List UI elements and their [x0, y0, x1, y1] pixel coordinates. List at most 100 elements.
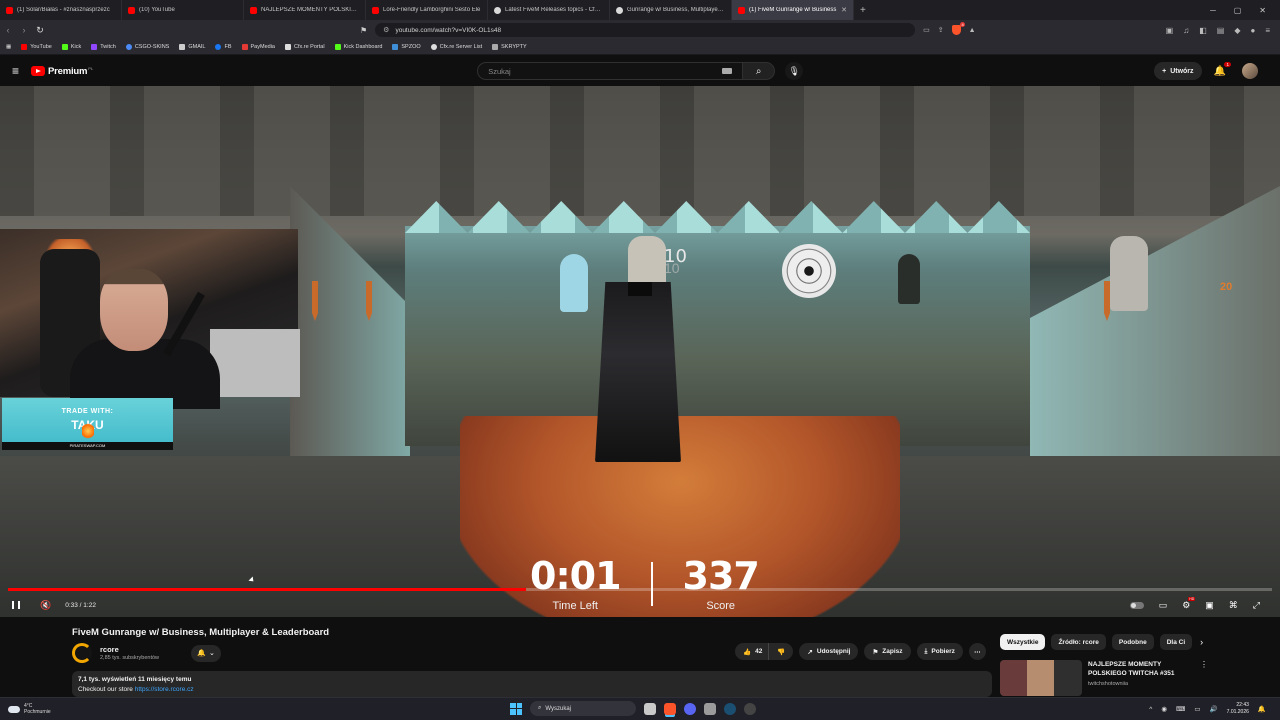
more-actions-button[interactable]: ⋯	[968, 643, 986, 660]
clock[interactable]: 22:43 7.01.2026	[1227, 702, 1249, 716]
discord-icon[interactable]	[684, 702, 696, 715]
kick-studio-icon[interactable]	[704, 702, 716, 715]
bookmark-icon	[430, 44, 437, 50]
description-box[interactable]: 7,1 tys. wyświetleń 11 miesięcy temu Che…	[72, 671, 992, 697]
weather-widget[interactable]: 4°C Pochmurnie	[8, 703, 51, 715]
network-icon[interactable]: ▭	[1194, 705, 1200, 713]
browser-tab[interactable]: Latest FiveM Releases topics - Cfx.re	[488, 0, 610, 20]
sidebar-icon[interactable]: ▣	[1166, 26, 1174, 35]
video-player[interactable]: 20 10 10 0:01 Time Left 337 Score TRADE …	[0, 86, 1280, 617]
share-page-icon[interactable]: ⇪	[938, 26, 944, 34]
brave-shield-icon[interactable]: 4	[951, 22, 965, 35]
rewards-icon[interactable]: ▲	[969, 27, 976, 34]
notification-center-icon[interactable]: 🔔	[1258, 705, 1266, 713]
windows-start-icon[interactable]	[510, 702, 522, 715]
download-button[interactable]: ⤓ Pobierz	[916, 643, 963, 660]
chip-related[interactable]: Podobne	[1111, 634, 1154, 650]
guide-menu-icon[interactable]: ≡	[12, 64, 19, 78]
minimize-icon[interactable]: ─	[1210, 6, 1216, 15]
browser-tab-active[interactable]: (1) FiveM Gunrange w/ Business ✕	[732, 0, 854, 20]
voice-search-button[interactable]: 🎙	[785, 62, 804, 80]
bookmark-item[interactable]: YouTube	[21, 44, 52, 50]
new-tab-icon[interactable]: +	[854, 5, 872, 16]
miniplayer-icon[interactable]: ▣	[1205, 600, 1214, 611]
bookmark-icon	[61, 44, 68, 50]
apps-grid-icon[interactable]: ▦	[6, 44, 11, 50]
bookmark-item[interactable]: Kick Dashboard	[334, 44, 382, 50]
close-window-icon[interactable]: ✕	[1259, 6, 1266, 15]
browser-tab[interactable]: Gunrange w/ Business, Multiplayer &	[610, 0, 732, 20]
volume-icon[interactable]: 🔊	[1210, 705, 1218, 713]
bookmark-label: Twitch	[100, 44, 116, 50]
recommended-video[interactable]: NAJLEPSZE MOMENTY POLSKIEGO TWITCHA #351…	[1000, 660, 1208, 696]
cast-icon[interactable]: ⌘	[1229, 600, 1238, 611]
recommended-thumbnail[interactable]	[1000, 660, 1082, 696]
reload-icon[interactable]: ↻	[32, 25, 48, 36]
fullscreen-icon[interactable]: ⤢	[1253, 600, 1260, 611]
browser-tab[interactable]: Lore-Friendly Lamborghini Sesto Ele	[366, 0, 488, 20]
mute-icon[interactable]: 🔇	[40, 600, 51, 611]
browser-tab[interactable]: (1) Solar/Białas - #znasznasprzezc	[0, 0, 122, 20]
music-icon[interactable]: ♫	[1183, 26, 1189, 35]
taskbar-search[interactable]: ⌕ Wyszukaj	[530, 701, 636, 716]
bookmark-item[interactable]: GMAIL	[179, 44, 205, 50]
browser-tab[interactable]: (10) YouTube	[122, 0, 244, 20]
search-input[interactable]: Szukaj	[477, 62, 744, 80]
create-button[interactable]: + Utwórz	[1154, 62, 1202, 80]
steam-icon[interactable]	[724, 702, 736, 715]
dislike-button[interactable]: 👎	[769, 643, 794, 660]
save-button[interactable]: ⚑ Zapisz	[864, 643, 911, 660]
chip-all[interactable]: Wszystkie	[1000, 634, 1046, 650]
language-icon[interactable]: ⌨	[1176, 705, 1185, 713]
bookmark-icon[interactable]: ⚑	[360, 26, 367, 35]
search-button[interactable]: ⌕	[743, 62, 776, 80]
youtube-logo[interactable]: Premium PL	[31, 66, 93, 77]
like-button[interactable]: 👍 42	[735, 643, 770, 660]
chevron-right-icon[interactable]: ›	[1200, 637, 1203, 647]
bookmark-item[interactable]: Cfx.re Portal	[284, 44, 325, 50]
keyboard-icon[interactable]	[722, 68, 733, 74]
brave-browser-icon[interactable]	[664, 702, 676, 715]
back-icon[interactable]: ‹	[0, 25, 16, 35]
share-button[interactable]: ↗ Udostępnij	[799, 643, 859, 660]
chip-for-you[interactable]: Dla Ci	[1159, 634, 1193, 650]
tray-chevron-icon[interactable]: ^	[1149, 706, 1152, 713]
settings-icon[interactable]: ⚙ HD	[1182, 596, 1196, 611]
maximize-icon[interactable]: ▢	[1234, 6, 1242, 15]
panel-icon[interactable]: ◧	[1199, 26, 1207, 35]
subscription-bell-button[interactable]: 🔔 ⌄	[191, 644, 222, 662]
profile-icon[interactable]: ●	[1250, 26, 1255, 35]
pause-icon[interactable]	[12, 601, 20, 609]
cast-icon[interactable]: ▭	[923, 26, 930, 34]
site-info-icon[interactable]: ⚙	[383, 26, 389, 34]
more-vert-icon[interactable]: ⋮	[1200, 660, 1208, 696]
recommended-title[interactable]: NAJLEPSZE MOMENTY POLSKIEGO TWITCHA #351	[1088, 660, 1188, 678]
bookmark-item[interactable]: Kick	[61, 44, 81, 50]
forward-icon[interactable]: ›	[16, 25, 32, 35]
channel-avatar[interactable]	[72, 643, 92, 663]
close-tab-icon[interactable]: ✕	[841, 6, 847, 14]
bookmark-item[interactable]: Twitch	[91, 44, 116, 50]
bookmark-item[interactable]: PayMedia	[241, 44, 275, 50]
autoplay-toggle[interactable]	[1129, 601, 1144, 609]
file-explorer-icon[interactable]	[644, 702, 656, 715]
bookmark-item[interactable]: CSGO-SKINS	[125, 44, 169, 50]
app-icon[interactable]	[744, 702, 756, 715]
account-avatar[interactable]	[1242, 63, 1258, 79]
bookmark-item[interactable]: SKRYPTY	[492, 44, 527, 50]
vpn-icon[interactable]: ◆	[1234, 26, 1240, 35]
chip-source[interactable]: Źródło: rcore	[1051, 634, 1106, 650]
bookmark-item[interactable]: Cfx.re Server List	[430, 44, 482, 50]
bookmark-item[interactable]: FB	[215, 44, 232, 50]
subtitles-icon[interactable]: ▭	[1159, 600, 1168, 611]
bookmark-item[interactable]: SPZOO	[392, 44, 421, 50]
seek-bar[interactable]	[8, 588, 1272, 591]
notifications-bell-icon[interactable]: 🔔 1	[1214, 61, 1231, 77]
channel-name[interactable]: rcore	[100, 645, 159, 654]
url-field[interactable]: ⚙ youtube.com/watch?v=VI0K-OL1s48	[375, 23, 916, 37]
wallet-icon[interactable]: ▤	[1217, 26, 1225, 35]
browser-tab[interactable]: NAJLEPSZE MOMENTY POLSKIEGO T	[244, 0, 366, 20]
menu-icon[interactable]: ≡	[1265, 26, 1270, 35]
tray-app-icon[interactable]: ◉	[1161, 705, 1167, 713]
store-link[interactable]: https://store.rcore.cz	[135, 686, 194, 693]
